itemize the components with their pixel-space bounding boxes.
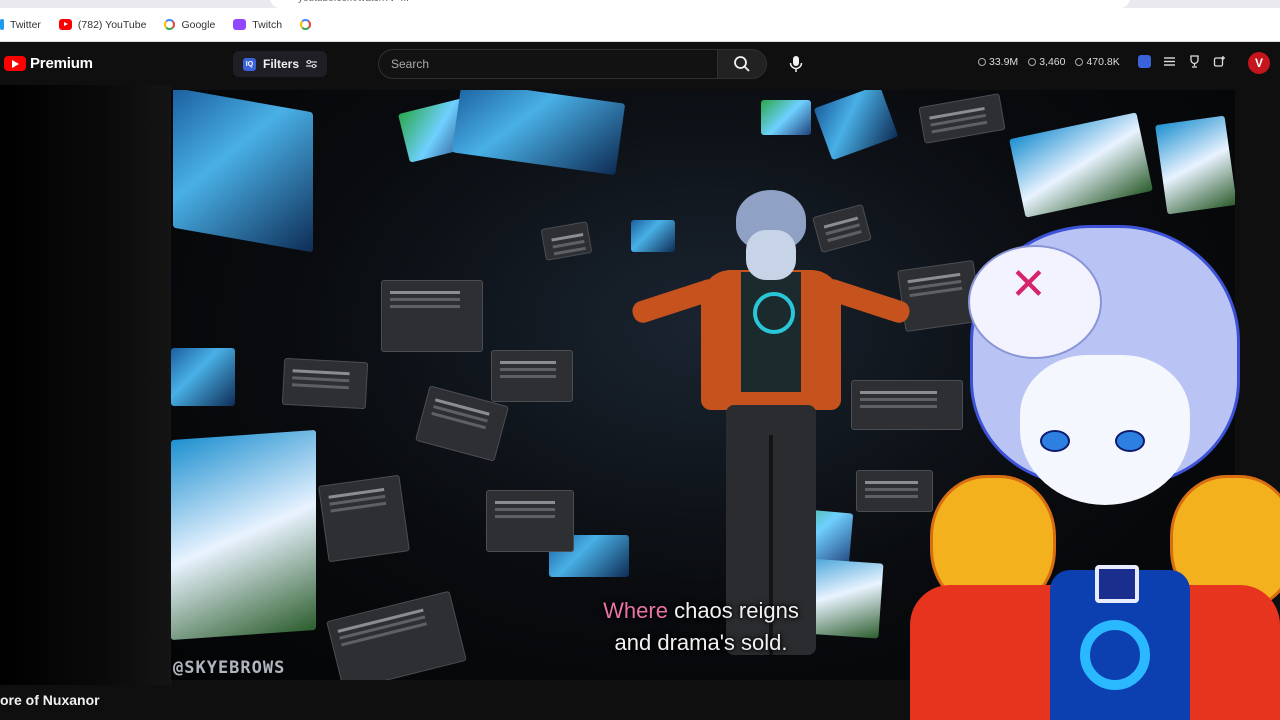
vtuber-eye-right <box>1115 430 1145 452</box>
video-subtitle: Where chaos reigns and drama's sold. <box>551 595 851 659</box>
sliders-icon <box>306 59 318 69</box>
channel-stats: 33.9M 3,460 470.8K <box>978 56 1120 68</box>
bookmark-twitter[interactable]: Twitter <box>0 19 41 31</box>
address-bar[interactable]: youtube.com/watch?v=... <box>270 0 1130 8</box>
bookmarks-bar: Twitter (782) YouTube Google Twitch <box>0 8 1280 42</box>
vtuber-face <box>1020 355 1190 505</box>
left-pane <box>0 85 172 685</box>
logo-text: Premium <box>30 55 93 72</box>
subtitle-highlight: Where <box>603 598 668 623</box>
stat-value: 470.8K <box>1086 56 1120 68</box>
youtube-header: Premium IQ Filters Search 33.9M 3,460 47… <box>0 43 1280 85</box>
character-face <box>746 230 796 280</box>
vtuber-eye-left <box>1040 430 1070 452</box>
floating-thumbnail <box>173 90 313 253</box>
search-button[interactable] <box>717 49 767 79</box>
stat-subscribers: 470.8K <box>1075 56 1120 68</box>
subtitle-line-2: and drama's sold. <box>614 630 788 655</box>
video-title: ore of Nuxanor <box>0 692 100 708</box>
address-bar-strip: youtube.com/watch?v=... <box>0 0 1280 8</box>
extension-icon: IQ <box>243 57 256 71</box>
bookmark-google[interactable]: Google <box>164 19 215 31</box>
subtitle-line-1: chaos reigns <box>667 598 799 623</box>
bookmark-twitch[interactable]: Twitch <box>233 19 282 31</box>
floating-post-card <box>918 93 1006 144</box>
floating-thumbnail <box>171 348 235 406</box>
search-icon <box>734 56 750 72</box>
microphone-icon <box>789 56 803 72</box>
floating-post-card <box>540 221 593 261</box>
avatar[interactable]: V <box>1248 52 1270 74</box>
floating-post-card <box>281 357 369 410</box>
search-input[interactable]: Search <box>378 49 718 79</box>
clock-icon <box>978 58 986 66</box>
floating-thumbnail <box>813 90 899 161</box>
bookmark-youtube[interactable]: (782) YouTube <box>58 18 147 31</box>
eye-icon <box>1028 58 1037 66</box>
floating-post-card <box>318 474 410 563</box>
youtube-logo-icon <box>4 56 26 71</box>
header-actions <box>1138 55 1226 68</box>
floating-post-card <box>326 590 467 680</box>
trophy-icon[interactable] <box>1188 55 1201 68</box>
floating-thumbnail <box>1155 115 1235 215</box>
view-icon <box>1075 58 1084 66</box>
channel-watermark: @SKYEBROWS <box>173 658 286 678</box>
bookmark-label: Google <box>181 18 216 31</box>
vtuber-collar-buckle <box>1095 565 1139 603</box>
voice-search-button[interactable] <box>780 49 812 79</box>
youtube-premium-logo[interactable]: Premium <box>4 55 93 72</box>
filters-button[interactable]: IQ Filters <box>233 51 328 77</box>
bookmark-label: Twitter <box>10 18 41 31</box>
stat-watch-time: 33.9M <box>978 56 1018 68</box>
filters-label: Filters <box>263 57 300 71</box>
twitter-icon <box>0 19 4 30</box>
twitch-icon <box>233 19 247 30</box>
floating-post-card <box>486 490 574 552</box>
character-shirt <box>741 272 801 392</box>
menu-icon[interactable] <box>1163 55 1176 68</box>
floating-thumbnail <box>451 90 626 176</box>
stat-views: 3,460 <box>1028 56 1065 68</box>
youtube-icon <box>58 19 72 30</box>
vtuber-mask <box>968 245 1102 359</box>
floating-thumbnail <box>171 429 316 641</box>
stat-value: 33.9M <box>989 56 1019 68</box>
bookmark-google-2[interactable] <box>300 19 312 30</box>
stat-value: 3,460 <box>1039 56 1066 68</box>
extension-icon[interactable] <box>1138 55 1151 68</box>
floating-post-card <box>381 280 483 352</box>
bookmark-label: Twitch <box>252 18 283 31</box>
bookmark-label: (782) YouTube <box>77 18 147 31</box>
floating-thumbnail <box>1009 112 1153 218</box>
google-icon <box>164 19 176 30</box>
create-icon[interactable] <box>1213 55 1226 68</box>
floating-post-card <box>491 350 573 402</box>
floating-thumbnail <box>761 100 811 135</box>
google-icon <box>300 19 312 30</box>
vtuber-avatar-overlay <box>910 225 1280 720</box>
